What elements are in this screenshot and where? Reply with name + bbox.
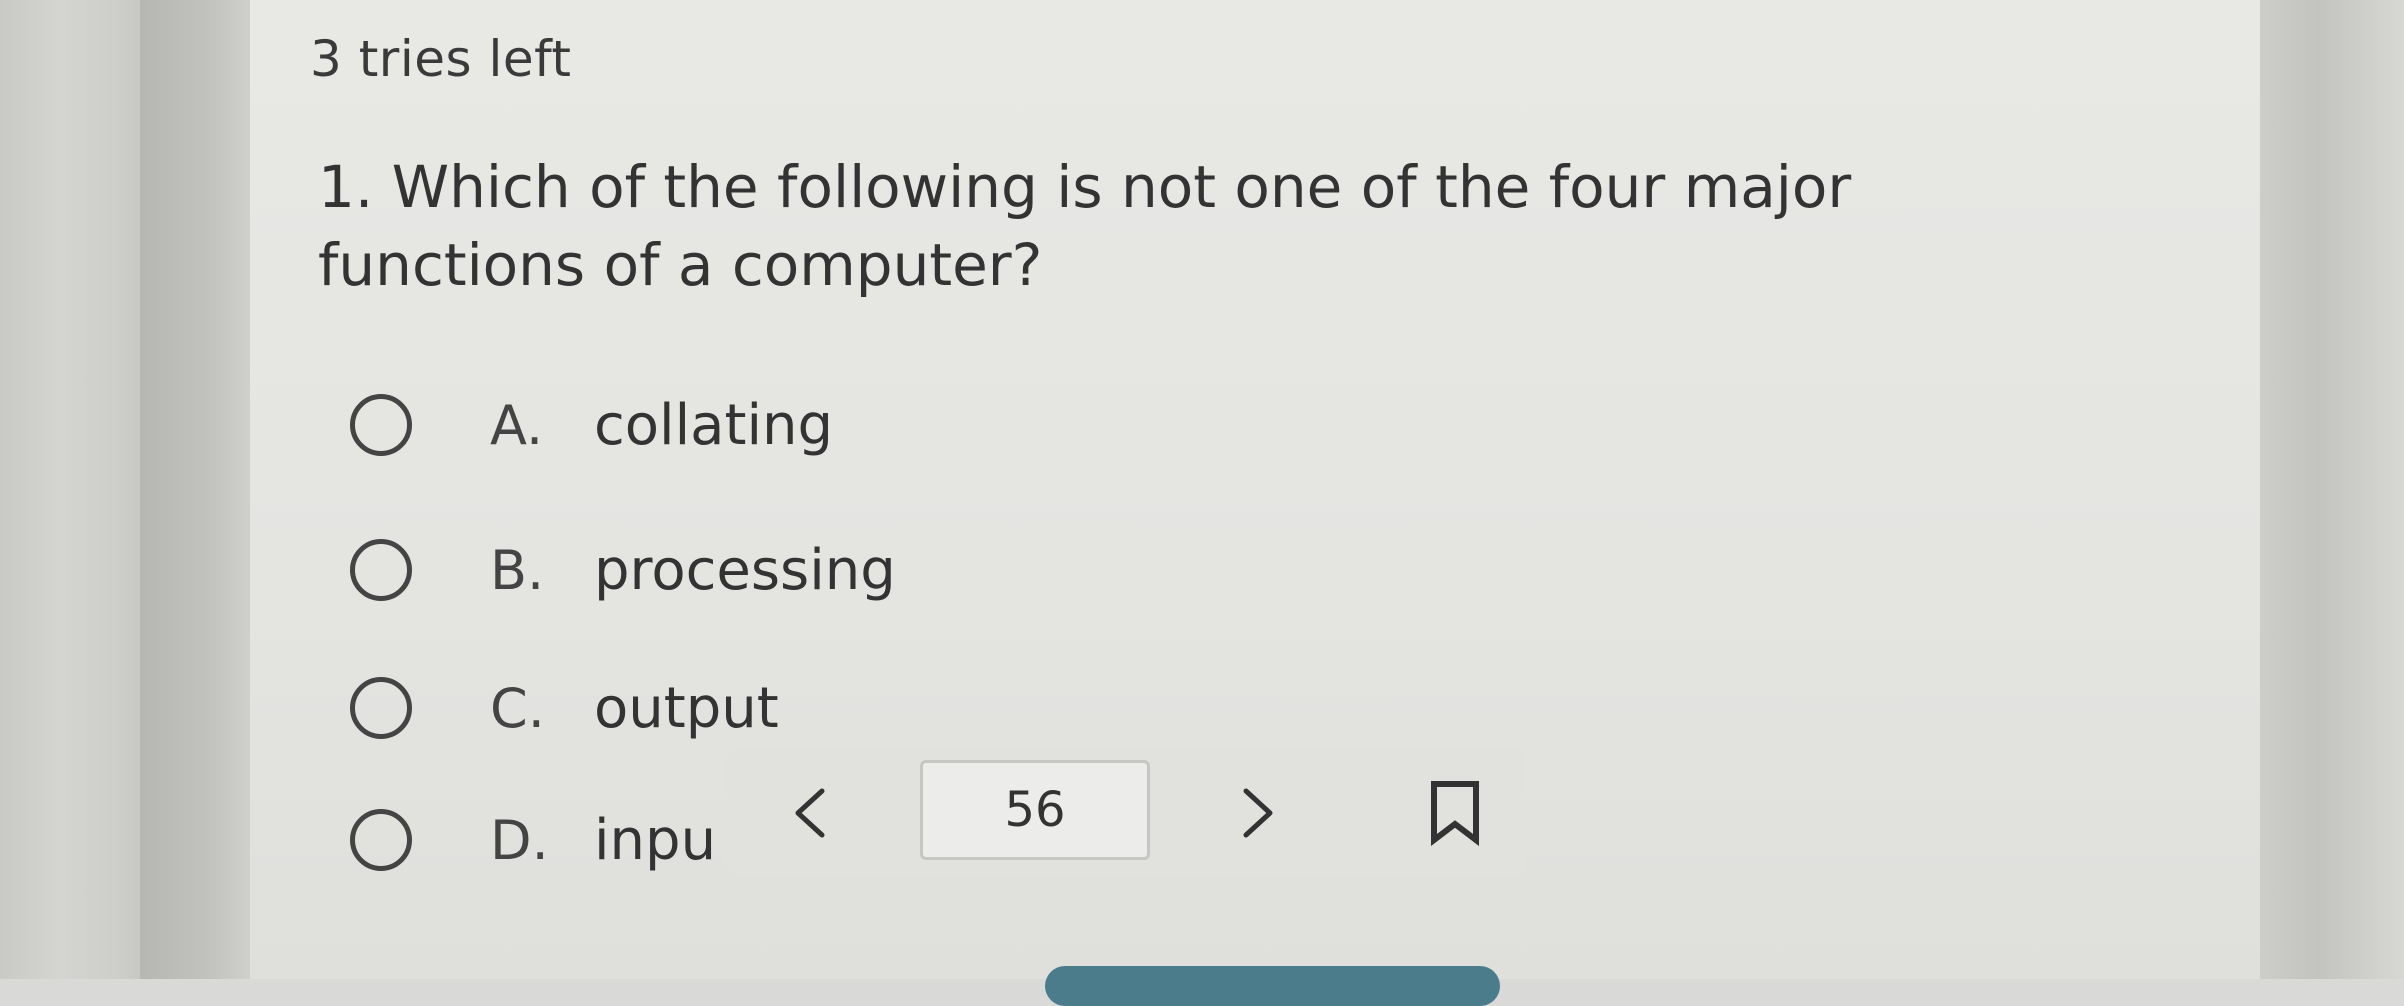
option-letter: B.	[490, 538, 545, 602]
bookmark-icon	[1431, 781, 1479, 846]
right-bezel	[2260, 0, 2404, 979]
submit-button-partial[interactable]	[1045, 966, 1500, 1006]
page-navigator: 56	[725, 748, 1525, 876]
option-b[interactable]: B. processing	[350, 530, 896, 610]
option-letter: C.	[490, 676, 545, 740]
option-label: output	[594, 675, 779, 741]
option-c[interactable]: C. output	[350, 668, 779, 748]
previous-page-button[interactable]	[775, 778, 845, 848]
bookmark-button[interactable]	[1420, 778, 1490, 848]
chevron-left-icon	[795, 788, 825, 838]
quiz-screen: 3 tries left 1. Which of the following i…	[0, 0, 2404, 1006]
option-label: processing	[594, 537, 896, 603]
radio-button-b[interactable]	[350, 539, 412, 601]
option-label: collating	[594, 392, 834, 458]
page-number-field[interactable]: 56	[920, 760, 1150, 860]
left-bezel	[140, 0, 250, 979]
option-d[interactable]: D. inpu	[350, 800, 716, 880]
question-text: 1. Which of the following is not one of …	[318, 153, 1852, 299]
option-a[interactable]: A. collating	[350, 385, 833, 465]
radio-button-d[interactable]	[350, 809, 412, 871]
option-label: inpu	[594, 807, 717, 873]
option-letter: D.	[490, 808, 549, 872]
next-page-button[interactable]	[1223, 778, 1293, 848]
option-letter: A.	[490, 393, 544, 457]
chevron-right-icon	[1243, 788, 1273, 838]
radio-button-c[interactable]	[350, 677, 412, 739]
radio-button-a[interactable]	[350, 394, 412, 456]
tries-left-label: 3 tries left	[310, 30, 572, 88]
